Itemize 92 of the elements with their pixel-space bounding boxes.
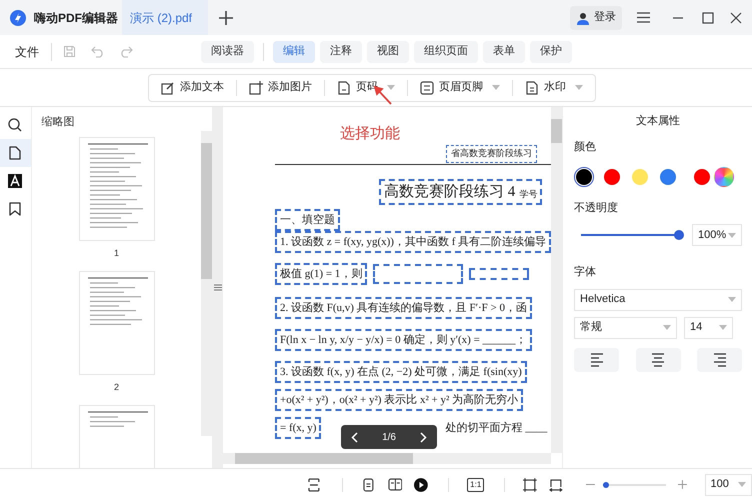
slider-thumb[interactable]	[602, 482, 609, 488]
text-block[interactable]: = f(x, y)	[275, 417, 322, 439]
student-id-label: 学号	[519, 188, 538, 200]
caret-icon	[738, 482, 746, 487]
ribbon-tab[interactable]: 视图	[367, 40, 409, 62]
text-block[interactable]: 1. 设函数 z = f(xy, yg(x))，其中函数 f 具有二阶连续偏导	[275, 231, 552, 253]
toolbar-button[interactable]: 添加图片	[245, 76, 316, 100]
header-text: 省高数竞赛阶段练习	[446, 145, 538, 162]
section-label: 不透明度	[574, 200, 620, 216]
fit-page-icon[interactable]	[523, 478, 538, 492]
app-name: 嗨动PDF编辑器	[34, 10, 118, 26]
title-text: 高数竞赛阶段练习 4	[384, 182, 516, 202]
page-indicator: 1/6	[382, 430, 396, 444]
chevron-right-icon[interactable]	[420, 432, 428, 442]
selection-outline	[469, 268, 530, 280]
app-logo-icon	[10, 10, 26, 26]
text-block[interactable]: 极值 g(1) = 1，则	[275, 263, 368, 285]
color-swatch[interactable]	[604, 168, 620, 184]
ribbon-tab[interactable]: 表单	[483, 40, 525, 62]
ribbon-tab[interactable]: 注释	[320, 40, 362, 62]
align-left-icon	[590, 352, 603, 366]
style-dropdown[interactable]: 常规	[574, 316, 678, 338]
panel-title: 文本属性	[635, 114, 682, 129]
page-icon	[8, 146, 22, 160]
ribbon-tab[interactable]: 组织页面	[414, 40, 478, 62]
text-block[interactable]: 处的切平面方程 ____	[445, 419, 548, 437]
font-dropdown[interactable]: Helvetica	[574, 288, 742, 310]
align-right-icon	[714, 352, 726, 366]
single-page-icon[interactable]	[362, 478, 374, 492]
close-icon[interactable]	[730, 12, 742, 24]
toolbar-button[interactable]: 页眉页脚	[416, 76, 504, 100]
maximize-icon[interactable]	[702, 12, 714, 24]
panel-title: 缩略图	[40, 114, 76, 130]
align-center-icon	[652, 352, 664, 366]
ribbon-tab[interactable]: 编辑	[273, 40, 315, 62]
sidebar-tab[interactable]	[0, 139, 31, 167]
align-left-button[interactable]	[574, 348, 620, 372]
header-footer-icon	[420, 80, 434, 94]
align-right-button[interactable]	[697, 348, 742, 372]
scrollbar[interactable]	[223, 453, 552, 464]
section-label: 颜色	[574, 140, 598, 155]
two-page-icon[interactable]	[388, 478, 402, 491]
callout-text: 选择功能	[340, 124, 400, 144]
page-label: 2	[114, 381, 120, 394]
fit-width-icon[interactable]	[549, 478, 563, 492]
scrollbar[interactable]	[201, 131, 212, 436]
page-thumbnail[interactable]	[78, 137, 155, 241]
edit-icon	[161, 80, 175, 94]
text-block[interactable]: 2. 设函数 F(u,v) 具有连续的偏导数，且 F′·F > 0，函	[275, 297, 532, 319]
chevron-left-icon[interactable]	[351, 432, 358, 442]
page-thumbnail[interactable]	[78, 271, 155, 375]
file-menu[interactable]: 文件	[15, 42, 39, 60]
ribbon-tab[interactable]: 阅读器	[201, 40, 254, 62]
drag-handle-icon[interactable]	[214, 284, 222, 291]
text-block[interactable]: 3. 设函数 f(x, y) 在点 (2, −2) 处可微，满足 f(sin(xy)	[275, 361, 527, 383]
page-number-icon	[337, 80, 351, 94]
text-block[interactable]: +o(x² + y²)，o(x² + y²) 表示比 x² + y² 为高阶无穷小	[275, 389, 524, 411]
menu-icon[interactable]	[637, 12, 650, 23]
text-block[interactable]: F(ln x − ln y, x/y − y/x) = 0 确定，则 y′(x) = ______；	[275, 329, 532, 351]
toolbar-button[interactable]: 水印	[521, 76, 587, 100]
document-tab[interactable]: 演示 (2).pdf	[122, 0, 208, 35]
caret-icon	[728, 232, 736, 238]
caret-icon	[728, 297, 736, 302]
text-block[interactable]: 一、填空题	[275, 209, 340, 231]
opacity-dropdown[interactable]: 100%	[692, 224, 742, 246]
color-swatch[interactable]	[660, 168, 676, 184]
color-swatch[interactable]	[694, 168, 710, 184]
search-icon	[8, 118, 22, 132]
size-dropdown[interactable]: 14	[684, 316, 734, 338]
add-image-icon	[249, 80, 263, 94]
caret-icon	[663, 325, 672, 330]
play-icon[interactable]	[414, 478, 428, 492]
toolbar-button[interactable]: 添加文本	[157, 76, 228, 100]
fit-height-icon[interactable]	[308, 478, 320, 492]
bookmark-icon	[8, 202, 22, 216]
user-icon	[576, 10, 590, 24]
zoom-in-icon[interactable]	[678, 480, 687, 489]
page-label: 1	[114, 247, 120, 260]
login-button[interactable]: 登录	[570, 6, 622, 30]
watermark-icon	[525, 80, 539, 94]
scrollbar[interactable]	[551, 107, 562, 453]
slider-thumb[interactable]	[674, 230, 684, 240]
section-label: 字体	[574, 264, 598, 280]
align-center-button[interactable]	[636, 348, 681, 372]
color-swatch[interactable]	[632, 168, 648, 184]
ribbon-tab[interactable]: 保护	[530, 40, 572, 62]
caret-icon	[719, 325, 728, 330]
text-style-icon	[8, 174, 22, 188]
new-tab-icon[interactable]	[218, 10, 234, 26]
zoom-dropdown[interactable]: 100	[704, 474, 752, 496]
actual-size-button[interactable]: 1:1	[467, 478, 484, 492]
color-wheel-button[interactable]	[714, 166, 734, 186]
